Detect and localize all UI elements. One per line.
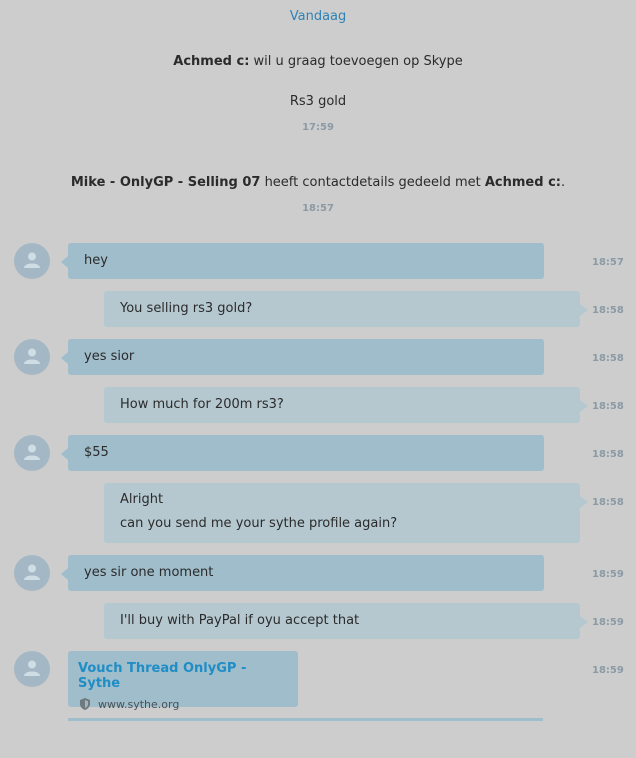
link-preview-card[interactable]: Vouch Thread OnlyGP - Sythe www.sythe.or…: [68, 651, 298, 711]
contact-request-line: Achmed c: wil u graag toevoegen op Skype: [0, 54, 636, 69]
avatar[interactable]: [14, 339, 50, 375]
message-time: 18:58: [592, 353, 624, 364]
message-line: can you send me your sythe profile again…: [120, 516, 398, 531]
requester-name[interactable]: Achmed c:: [173, 54, 249, 69]
message-bubble-outgoing[interactable]: I'll buy with PayPal if oyu accept that: [104, 603, 588, 639]
message-bubble-outgoing[interactable]: Alright can you send me your sythe profi…: [104, 483, 588, 543]
message-time: 18:58: [592, 497, 624, 508]
user-icon: [24, 564, 40, 580]
user-icon: [24, 444, 40, 460]
recipient-name[interactable]: Achmed c:: [485, 175, 561, 190]
link-preview-url-row: www.sythe.org: [78, 697, 288, 711]
request-message: Rs3 gold: [289, 94, 347, 109]
message-time: 18:58: [592, 449, 624, 460]
message-bubble-incoming[interactable]: $55: [61, 435, 544, 471]
avatar[interactable]: [14, 243, 50, 279]
request-text: wil u graag toevoegen op Skype: [249, 54, 463, 69]
user-icon: [24, 252, 40, 268]
day-separator: Vandaag: [289, 9, 347, 24]
contact-share-line: Mike - OnlyGP - Selling 07 heeft contact…: [70, 175, 566, 190]
user-icon: [24, 348, 40, 364]
message-time: 18:59: [592, 569, 624, 580]
message-time: 18:58: [592, 401, 624, 412]
link-preview-title[interactable]: Vouch Thread OnlyGP - Sythe: [78, 661, 288, 691]
shield-icon: [80, 698, 90, 710]
message-time: 18:59: [592, 617, 624, 628]
message-time: 18:57: [592, 257, 624, 268]
next-message-edge: [68, 718, 543, 721]
message-time: 18:59: [592, 665, 624, 676]
avatar[interactable]: [14, 555, 50, 591]
message-bubble-incoming[interactable]: yes sir one moment: [61, 555, 544, 591]
message-bubble-outgoing[interactable]: You selling rs3 gold?: [104, 291, 588, 327]
message-bubble-incoming[interactable]: hey: [61, 243, 544, 279]
user-icon: [24, 660, 40, 676]
message-time: 18:58: [592, 305, 624, 316]
system-timestamp: 17:59: [302, 122, 334, 133]
avatar[interactable]: [14, 435, 50, 471]
avatar[interactable]: [14, 651, 50, 687]
sharer-name[interactable]: Mike - OnlyGP - Selling 07: [71, 175, 261, 190]
system-timestamp: 18:57: [302, 203, 334, 214]
message-line: Alright: [120, 492, 164, 507]
message-bubble-outgoing[interactable]: How much for 200m rs3?: [104, 387, 588, 423]
link-preview-url: www.sythe.org: [98, 697, 180, 711]
message-bubble-incoming[interactable]: yes sior: [61, 339, 544, 375]
